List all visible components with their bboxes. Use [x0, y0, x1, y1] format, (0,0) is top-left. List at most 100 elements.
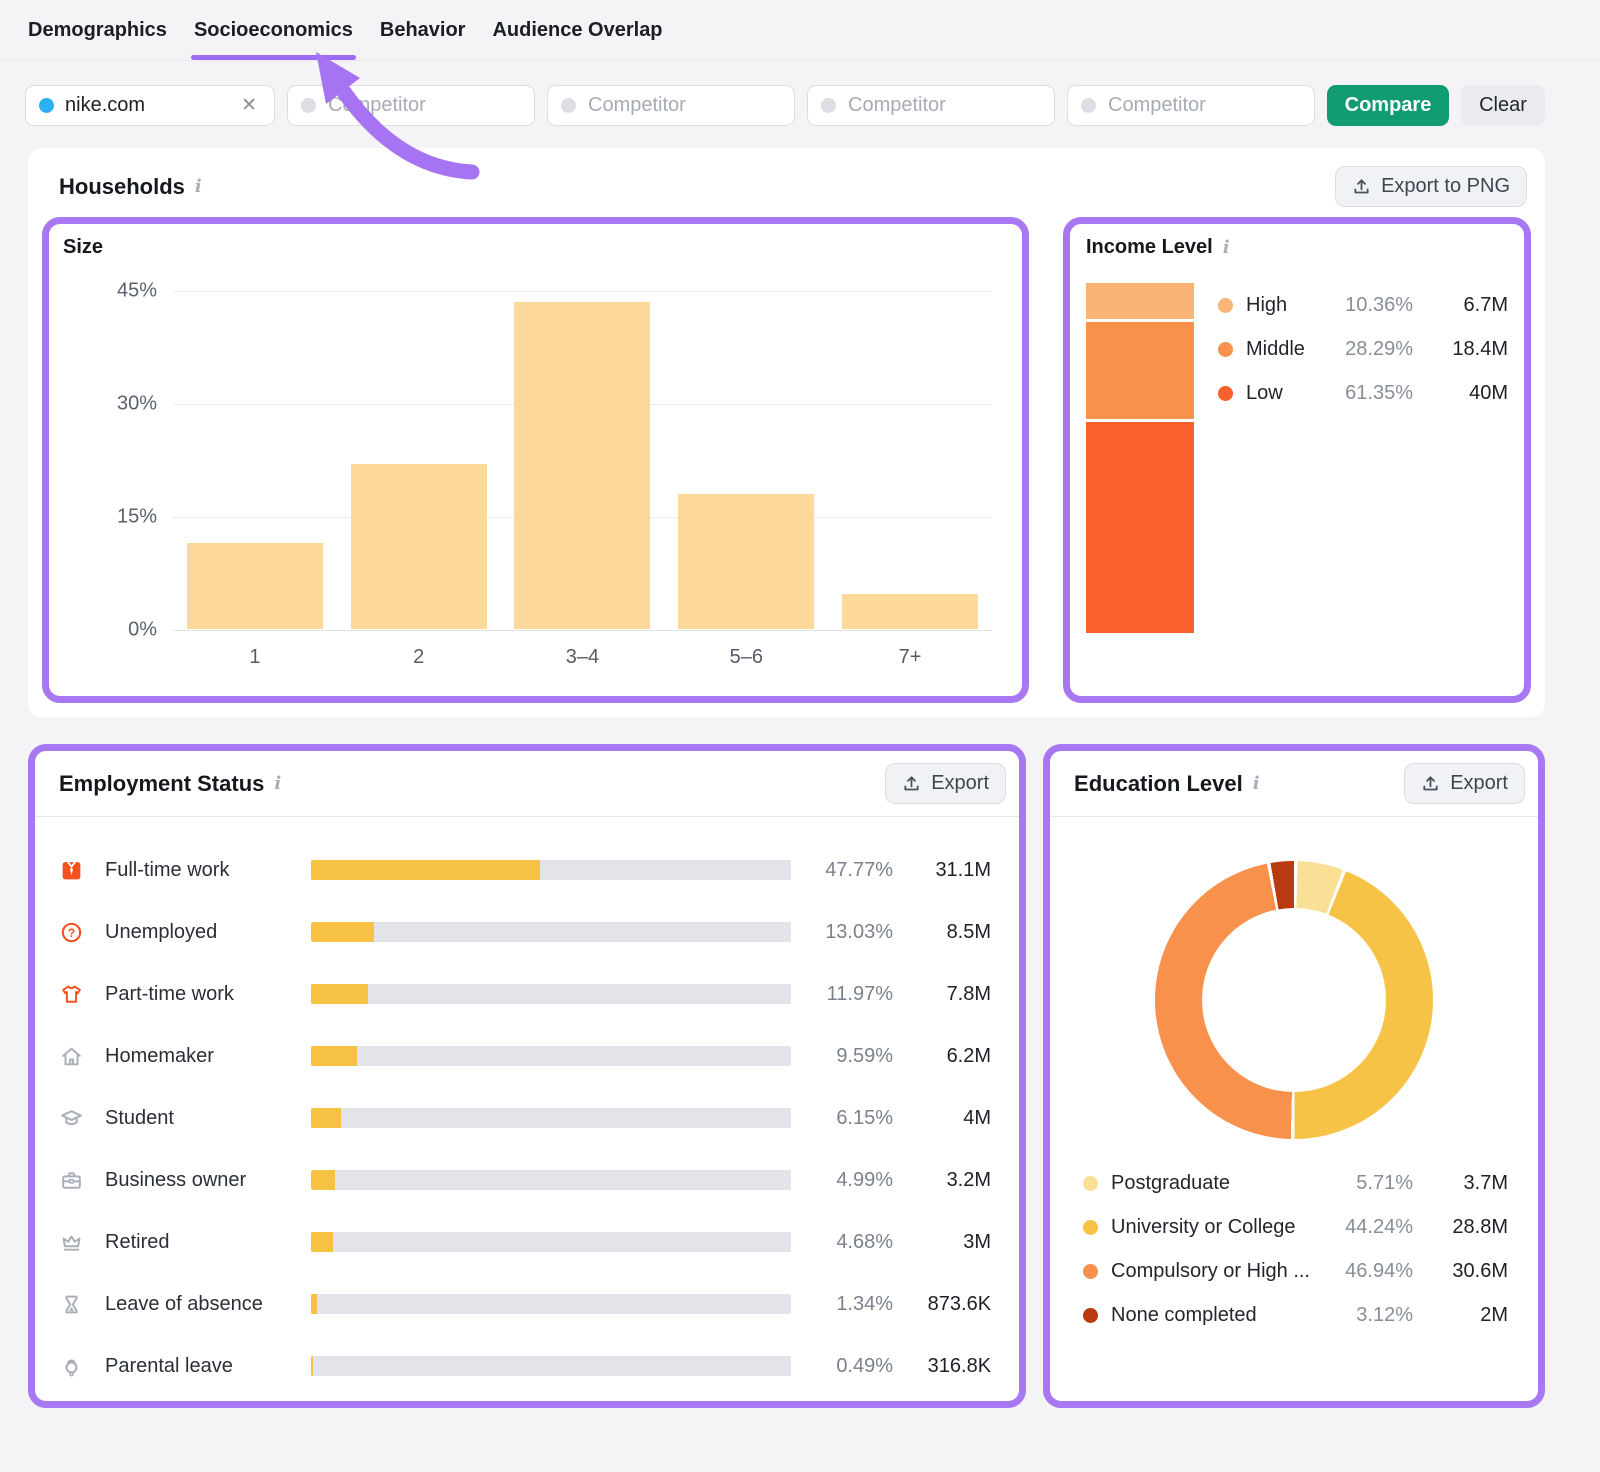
legend-dot-icon	[1218, 298, 1233, 313]
competitor-input-1[interactable]	[288, 86, 534, 125]
legend-row: Low 61.35% 40M	[1218, 371, 1508, 415]
x-tick: 3–4	[501, 646, 665, 669]
remove-domain-icon[interactable]: ✕	[237, 94, 261, 117]
progress-bar	[311, 984, 791, 1004]
competitor-field-2[interactable]	[547, 85, 795, 126]
hourglass-icon	[59, 1292, 84, 1317]
tab-demographics[interactable]: Demographics	[28, 0, 167, 60]
main-domain-value: nike.com	[65, 94, 237, 117]
competitor-field-1[interactable]	[287, 85, 535, 126]
employment-row: Student 6.15% 4M	[59, 1087, 991, 1149]
info-icon[interactable]	[1253, 773, 1260, 794]
tab-socioeconomics[interactable]: Socioeconomics	[194, 0, 353, 60]
briefcase-icon	[59, 1168, 84, 1193]
x-tick: 5–6	[664, 646, 828, 669]
top-nav: Demographics Socioeconomics Behavior Aud…	[0, 0, 1600, 61]
legend-dot-icon	[1083, 1176, 1098, 1191]
legend-row: Postgraduate 5.71% 3.7M	[1083, 1161, 1508, 1205]
income-segment-low	[1086, 422, 1194, 633]
education-donut-chart	[1155, 861, 1433, 1139]
upload-icon	[1352, 177, 1371, 196]
size-bar	[678, 494, 814, 629]
competitor-dot-icon	[561, 98, 576, 113]
size-bar	[351, 464, 487, 629]
y-tick: 45%	[117, 280, 157, 303]
competitor-field-3[interactable]	[807, 85, 1055, 126]
progress-bar	[311, 1170, 791, 1190]
legend-row: Compulsory or High ... 46.94% 30.6M	[1083, 1249, 1508, 1293]
competitor-dot-icon	[1081, 98, 1096, 113]
size-chart-title: Size	[63, 236, 1008, 259]
legend-dot-icon	[1083, 1308, 1098, 1323]
size-bar	[514, 302, 650, 629]
competitor-input-4[interactable]	[1068, 86, 1314, 125]
income-legend: High 10.36% 6.7M Middle 28.29% 18.4M Low…	[1218, 283, 1508, 633]
competitor-input-3[interactable]	[808, 86, 1054, 125]
graduation-cap-icon	[59, 1106, 84, 1131]
legend-row: None completed 3.12% 2M	[1083, 1293, 1508, 1337]
info-icon[interactable]	[274, 773, 281, 794]
progress-bar	[311, 1108, 791, 1128]
households-title: Households	[59, 174, 185, 200]
progress-bar	[311, 1232, 791, 1252]
households-card: Households Export to PNG Size 45% 30%	[28, 148, 1545, 717]
pacifier-icon	[59, 1354, 84, 1379]
clear-button[interactable]: Clear	[1461, 85, 1545, 126]
tab-behavior[interactable]: Behavior	[380, 0, 466, 60]
legend-dot-icon	[1083, 1220, 1098, 1235]
income-level-card: Income Level High 10.36% 6.7M	[1063, 217, 1531, 703]
legend-dot-icon	[1218, 386, 1233, 401]
competitor-input-2[interactable]	[548, 86, 794, 125]
house-icon	[59, 1044, 84, 1069]
main-domain-field[interactable]: nike.com ✕	[25, 85, 275, 126]
employment-export-button[interactable]: Export	[885, 763, 1006, 804]
education-export-button[interactable]: Export	[1404, 763, 1525, 804]
upload-icon	[902, 774, 921, 793]
size-bar	[187, 543, 323, 629]
y-tick: 15%	[117, 506, 157, 529]
work-badge-icon	[59, 858, 84, 883]
x-tick: 1	[173, 646, 337, 669]
progress-bar	[311, 922, 791, 942]
y-tick: 0%	[128, 619, 157, 642]
income-segment-high	[1086, 283, 1194, 319]
x-tick: 7+	[828, 646, 992, 669]
export-to-png-button[interactable]: Export to PNG	[1335, 166, 1527, 207]
progress-bar	[311, 1356, 791, 1376]
upload-icon	[1421, 774, 1440, 793]
employment-row: Full-time work 47.77% 31.1M	[59, 839, 991, 901]
employment-row: Business owner 4.99% 3.2M	[59, 1149, 991, 1211]
employment-row: Leave of absence 1.34% 873.6K	[59, 1273, 991, 1335]
income-stacked-bar	[1086, 283, 1194, 633]
x-tick: 2	[337, 646, 501, 669]
tshirt-icon	[59, 982, 84, 1007]
competitor-field-4[interactable]	[1067, 85, 1315, 126]
info-icon[interactable]	[1223, 237, 1230, 258]
employment-status-card: Employment Status Export Full-time work	[28, 744, 1026, 1408]
employment-row: Homemaker 9.59% 6.2M	[59, 1025, 991, 1087]
domain-filter-row: nike.com ✕ Compare Clear	[25, 85, 1545, 126]
legend-row: High 10.36% 6.7M	[1218, 283, 1508, 327]
size-chart-card: Size 45% 30% 15% 0%	[42, 217, 1029, 703]
employment-row: Retired 4.68% 3M	[59, 1211, 991, 1273]
tab-audience-overlap[interactable]: Audience Overlap	[492, 0, 662, 60]
education-level-card: Education Level Export Postgraduate 5.71…	[1043, 744, 1545, 1408]
legend-dot-icon	[1083, 1264, 1098, 1279]
info-icon[interactable]	[195, 176, 202, 197]
employment-row: Part-time work 11.97% 7.8M	[59, 963, 991, 1025]
y-tick: 30%	[117, 392, 157, 415]
size-bar	[842, 594, 978, 629]
progress-bar	[311, 1046, 791, 1066]
size-bar-chart: 45% 30% 15% 0% 1 2 3–4 5–	[63, 291, 1002, 683]
svg-text:?: ?	[68, 925, 75, 939]
income-segment-middle	[1086, 322, 1194, 419]
legend-row: University or College 44.24% 28.8M	[1083, 1205, 1508, 1249]
domain-dot-icon	[39, 98, 54, 113]
progress-bar	[311, 860, 791, 880]
employment-status-title: Employment Status	[59, 771, 264, 797]
progress-bar	[311, 1294, 791, 1314]
income-level-title: Income Level	[1086, 236, 1213, 259]
crown-icon	[59, 1230, 84, 1255]
compare-button[interactable]: Compare	[1327, 85, 1449, 126]
legend-row: Middle 28.29% 18.4M	[1218, 327, 1508, 371]
